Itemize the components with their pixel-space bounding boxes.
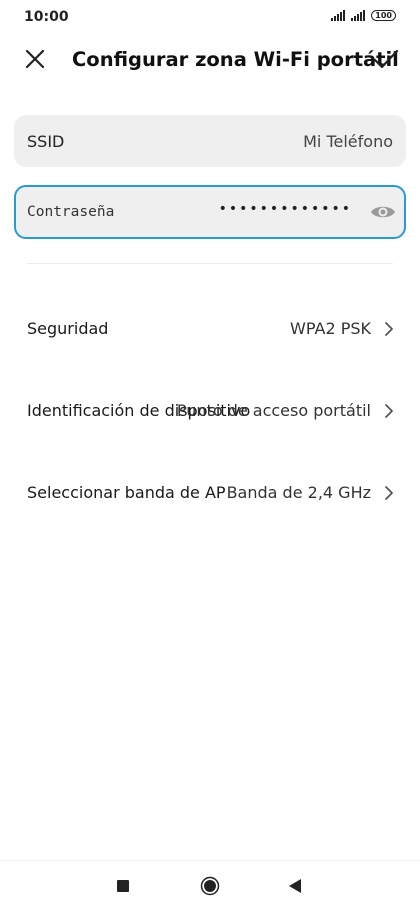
security-label: Seguridad	[27, 319, 109, 338]
ssid-value: Mi Teléfono	[303, 132, 393, 151]
back-button[interactable]	[285, 876, 305, 896]
ap-band-value: Banda de 2,4 GHz	[226, 483, 371, 502]
confirm-button[interactable]	[372, 46, 400, 74]
signal-icon	[331, 10, 346, 21]
chevron-right-icon	[385, 322, 393, 336]
status-bar: 10:00 100	[0, 0, 420, 34]
signal-icon	[351, 10, 366, 21]
security-value: WPA2 PSK	[290, 319, 371, 338]
divider	[27, 263, 393, 264]
battery-icon: 100	[371, 10, 396, 21]
close-icon	[25, 49, 45, 69]
ap-band-row[interactable]: Seleccionar banda de AP Banda de 2,4 GHz	[0, 468, 420, 518]
recent-apps-button[interactable]	[113, 876, 133, 896]
page-title: Configurar zona Wi-Fi portátil	[72, 48, 399, 71]
header: Configurar zona Wi-Fi portátil	[0, 38, 420, 82]
close-button[interactable]	[22, 46, 50, 74]
ssid-label: SSID	[27, 132, 65, 151]
show-password-toggle[interactable]	[370, 202, 396, 222]
chevron-right-icon	[385, 486, 393, 500]
home-button[interactable]	[200, 876, 220, 896]
status-icons: 100	[331, 10, 396, 21]
device-identification-row[interactable]: Identificación de dispositivo Punto de a…	[0, 386, 420, 436]
device-identification-value: Punto de acceso portátil	[176, 401, 371, 420]
status-time: 10:00	[24, 9, 69, 25]
eye-icon	[371, 206, 395, 218]
navigation-bar	[0, 860, 420, 911]
triangle-back-icon	[289, 879, 301, 893]
ap-band-label: Seleccionar banda de AP	[27, 483, 226, 502]
square-icon	[117, 880, 129, 892]
ssid-field[interactable]: SSID Mi Teléfono	[14, 115, 406, 167]
password-label: Contraseña	[27, 204, 115, 220]
security-row[interactable]: Seguridad WPA2 PSK	[0, 304, 420, 354]
password-value: •••••••••••••	[218, 201, 352, 217]
circle-icon	[200, 876, 220, 896]
check-icon	[373, 49, 399, 69]
chevron-right-icon	[385, 404, 393, 418]
password-field[interactable]: Contraseña •••••••••••••	[14, 185, 406, 239]
